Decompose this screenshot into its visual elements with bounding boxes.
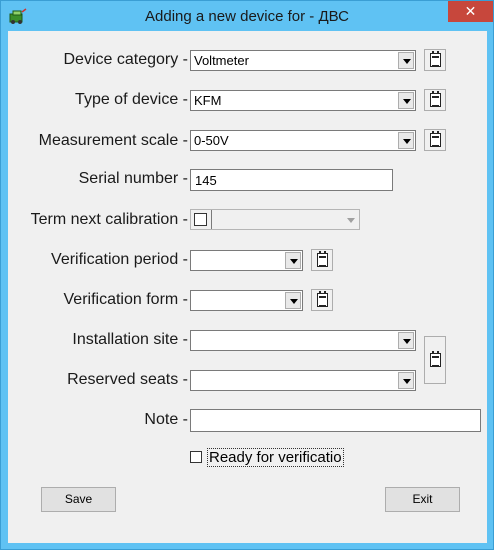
verification-form-combo[interactable] (190, 290, 303, 311)
notepad-icon (430, 91, 441, 107)
device-type-value: KFM (194, 93, 222, 108)
notepad-icon (430, 351, 441, 367)
measurement-scale-value: 0-50V (194, 133, 229, 148)
exit-button[interactable]: Exit (385, 487, 460, 512)
device-category-value: Voltmeter (194, 53, 249, 68)
verification-period-label: Verification period - (51, 251, 188, 268)
chevron-down-icon[interactable] (398, 332, 414, 349)
chevron-down-icon[interactable] (398, 92, 414, 109)
chevron-down-icon[interactable] (398, 52, 414, 69)
notepad-icon (317, 251, 328, 267)
chevron-down-icon[interactable] (342, 211, 358, 228)
verification-form-list-button[interactable] (311, 289, 333, 311)
dialog-window: Adding a new device for - ДВС ✕ Device c… (0, 0, 494, 550)
ready-for-verification-checkbox[interactable] (190, 451, 202, 463)
chevron-down-icon[interactable] (285, 292, 301, 309)
device-category-combo[interactable]: Voltmeter (190, 50, 416, 71)
site-seats-list-button[interactable] (424, 336, 446, 384)
measurement-scale-combo[interactable]: 0-50V (190, 130, 416, 151)
device-type-combo[interactable]: KFM (190, 90, 416, 111)
title-bar[interactable]: Adding a new device for - ДВС ✕ (1, 1, 493, 31)
serial-number-field[interactable]: 145 (190, 169, 393, 191)
notepad-icon (430, 131, 441, 147)
note-field[interactable] (190, 409, 481, 432)
device-category-list-button[interactable] (424, 49, 446, 71)
installation-site-combo[interactable] (190, 330, 416, 351)
device-type-label: Type of device - (75, 91, 188, 108)
close-button[interactable]: ✕ (448, 1, 493, 22)
term-next-calibration-date[interactable] (190, 209, 360, 230)
window-title: Adding a new device for - ДВС (145, 8, 349, 25)
term-next-calibration-label: Term next calibration - (30, 211, 188, 228)
ready-for-verification-label[interactable]: Ready for verificatio (207, 448, 344, 467)
note-label: Note - (144, 411, 188, 428)
verification-period-combo[interactable] (190, 250, 303, 271)
term-next-calibration-checkbox[interactable] (194, 213, 207, 226)
verification-form-label: Verification form - (63, 291, 188, 308)
verification-period-list-button[interactable] (311, 249, 333, 271)
device-category-label: Device category - (63, 51, 189, 68)
device-type-list-button[interactable] (424, 89, 446, 111)
installation-site-label: Installation site - (72, 331, 188, 348)
measurement-scale-list-button[interactable] (424, 129, 446, 151)
measurement-scale-label: Measurement scale - (38, 132, 188, 149)
serial-number-label: Serial number - (78, 170, 188, 187)
chevron-down-icon[interactable] (285, 252, 301, 269)
reserved-seats-combo[interactable] (190, 370, 416, 391)
reserved-seats-label: Reserved seats - (67, 371, 188, 388)
chevron-down-icon[interactable] (398, 372, 414, 389)
notepad-icon (430, 51, 441, 67)
form-client-area: Device category - Voltmeter Type of devi… (8, 31, 487, 543)
notepad-icon (317, 291, 328, 307)
chevron-down-icon[interactable] (398, 132, 414, 149)
save-button[interactable]: Save (41, 487, 116, 512)
